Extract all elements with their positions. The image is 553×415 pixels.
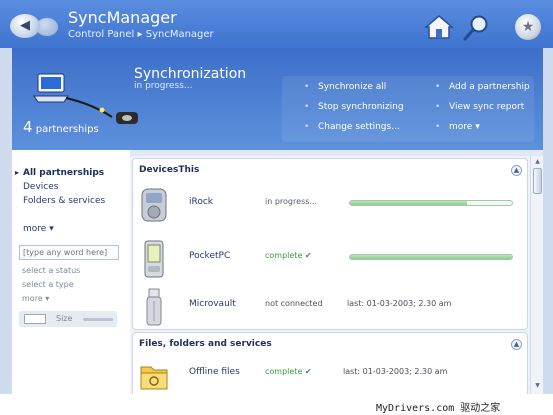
breadcrumb-separator: ▸ — [137, 29, 143, 40]
partnership-count: 4 partnerships — [23, 118, 99, 136]
collapse-icon[interactable]: ▲ — [511, 339, 522, 350]
device-name[interactable]: iRock — [189, 197, 213, 207]
device-name[interactable]: PocketPC — [189, 251, 230, 261]
last-sync-time: last: 01-03-2003; 2.30 am — [347, 299, 452, 308]
change-settings-link[interactable]: Change settings... — [304, 122, 400, 132]
service-status-text: complete — [265, 367, 303, 376]
more-actions-label: more — [449, 122, 473, 132]
device-status-text: complete — [265, 251, 303, 260]
sidebar: All partnerships Devices Folders & servi… — [12, 150, 130, 394]
type-filter[interactable]: select a type — [22, 280, 74, 289]
checkmark-icon: ✔ — [304, 251, 312, 260]
scroll-down-icon[interactable]: ▼ — [533, 382, 542, 390]
device-status: not connected — [265, 299, 323, 308]
more-filters[interactable]: more ▾ — [22, 294, 49, 303]
back-arrow-icon[interactable]: ◀ — [10, 14, 40, 38]
sync-progress-fill — [350, 201, 467, 205]
synchronize-all-link[interactable]: Synchronize all — [304, 82, 386, 92]
more-actions-link[interactable]: more ▾ — [435, 122, 480, 132]
list-item[interactable]: PocketPC complete ✔ — [133, 237, 529, 287]
sync-progress-fill — [350, 255, 512, 259]
title-bar: ◀ SyncManager Control Panel ▸ SyncManage… — [0, 0, 553, 48]
sync-progress-bar — [349, 200, 513, 206]
partnership-list: DevicesThis ▲ iRock in progress... Pocke… — [130, 156, 530, 394]
sidebar-more-link[interactable]: more ▾ — [23, 224, 54, 234]
chevron-down-icon: ▾ — [45, 294, 50, 303]
mp3-player-icon — [141, 188, 167, 222]
size-control[interactable]: Size — [19, 311, 117, 327]
pda-icon — [144, 240, 164, 278]
scroll-up-icon[interactable]: ▲ — [533, 158, 542, 166]
sidebar-item-folders-services[interactable]: Folders & services — [23, 196, 105, 206]
device-status: complete ✔ — [265, 251, 312, 260]
star-icon[interactable]: ★ — [515, 14, 541, 40]
group-title: DevicesThis — [139, 165, 200, 175]
checkmark-icon: ✔ — [304, 367, 312, 376]
vertical-scrollbar[interactable]: ▲ ▼ — [530, 156, 543, 394]
device-name[interactable]: Microvault — [189, 299, 236, 309]
sync-status: in progress... — [134, 81, 193, 91]
sidebar-item-all-partnerships[interactable]: All partnerships — [15, 168, 104, 178]
stop-synchronizing-link[interactable]: Stop synchronizing — [304, 102, 403, 112]
sidebar-item-devices[interactable]: Devices — [23, 182, 58, 192]
service-status: complete ✔ — [265, 367, 312, 376]
more-filters-label: more — [22, 294, 43, 303]
sync-title: Synchronization — [134, 66, 247, 82]
folder-icon — [140, 366, 168, 390]
breadcrumb-control-panel[interactable]: Control Panel — [68, 29, 134, 40]
window-frame-right — [543, 48, 553, 394]
usb-drive-icon — [146, 288, 162, 326]
scroll-thumb[interactable] — [533, 168, 542, 194]
list-item[interactable]: Offline files complete ✔ last: 01-03-200… — [133, 353, 529, 394]
view-toggle-icon[interactable] — [24, 314, 46, 324]
last-sync-time: last: 01-03-2003; 2.30 am — [343, 367, 448, 376]
sidebar-more-label: more — [23, 224, 47, 234]
search-input[interactable] — [19, 245, 119, 260]
group-files-folders-services: Files, folders and services ▲ Offline fi… — [132, 332, 528, 394]
breadcrumb-syncmanager[interactable]: SyncManager — [146, 29, 214, 40]
window-title: SyncManager — [68, 8, 177, 27]
chevron-down-icon: ▾ — [475, 122, 480, 132]
group-title: Files, folders and services — [139, 339, 272, 349]
service-name[interactable]: Offline files — [189, 367, 240, 377]
list-item[interactable]: iRock in progress... — [133, 183, 529, 233]
watermark: MyDrivers.com 驱动之家 — [376, 403, 501, 414]
status-filter[interactable]: select a status — [22, 266, 80, 275]
search-icon[interactable] — [461, 14, 491, 42]
collapse-icon[interactable]: ▲ — [511, 165, 522, 176]
home-icon[interactable] — [424, 14, 454, 40]
chevron-down-icon: ▾ — [49, 224, 54, 234]
partnership-count-label: partnerships — [35, 124, 99, 135]
window-frame-left — [0, 48, 12, 394]
actions-panel: Synchronize all Stop synchronizing Chang… — [282, 76, 534, 142]
device-status: in progress... — [265, 197, 317, 206]
sync-header: 4 partnerships Synchronization in progre… — [12, 48, 543, 150]
partnership-count-number: 4 — [23, 118, 33, 136]
size-label: Size — [56, 314, 73, 323]
size-slider[interactable] — [83, 318, 113, 321]
view-sync-report-link[interactable]: View sync report — [435, 102, 524, 112]
breadcrumb: Control Panel ▸ SyncManager — [68, 29, 214, 40]
sync-progress-bar — [349, 254, 513, 260]
group-devices: DevicesThis ▲ iRock in progress... Pocke… — [132, 158, 528, 330]
add-partnership-link[interactable]: Add a partnership — [435, 82, 530, 92]
list-item[interactable]: Microvault not connected last: 01-03-200… — [133, 285, 529, 335]
